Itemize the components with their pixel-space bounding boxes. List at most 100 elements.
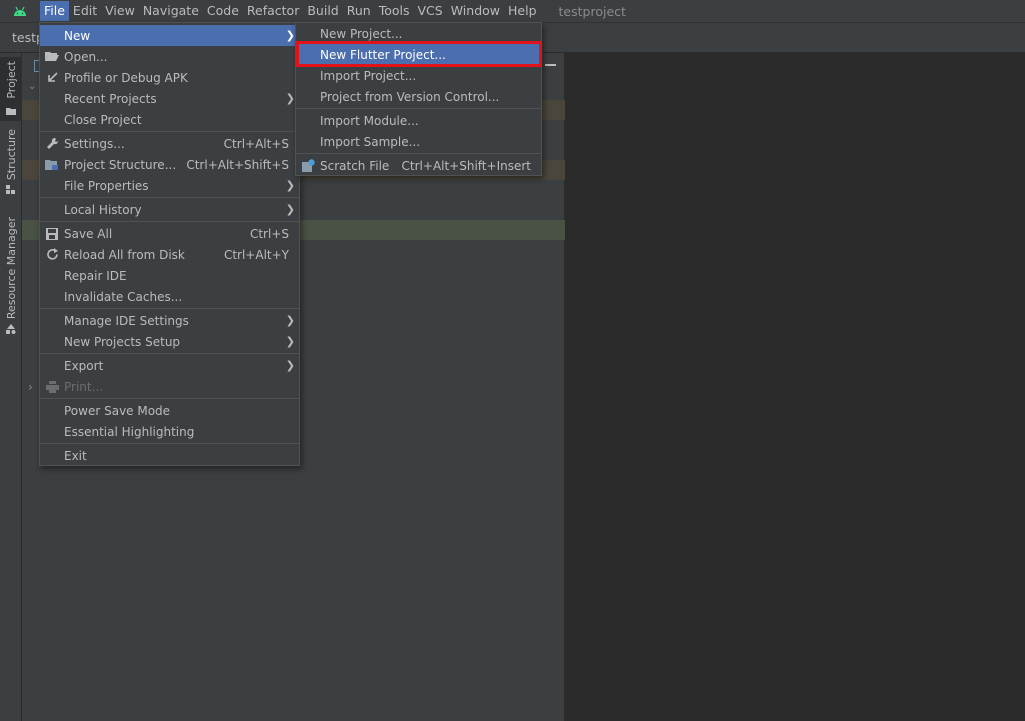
tab-project[interactable]: Project (0, 57, 22, 121)
folder-icon (6, 105, 16, 118)
menu-window[interactable]: Window (447, 1, 504, 21)
menu-item-manage-ide-settings-label: Manage IDE Settings (64, 313, 189, 328)
chevron-right-icon: ❯ (285, 92, 295, 105)
menu-item-import-module-label: Import Module... (320, 113, 419, 128)
menu-code[interactable]: Code (203, 1, 243, 21)
editor-area (566, 53, 1025, 721)
menu-item-reload[interactable]: Reload All from Disk Ctrl+Alt+Y (40, 244, 299, 265)
shortcut-settings: Ctrl+Alt+S (223, 136, 289, 151)
tab-resource-manager[interactable]: Resource Manager (0, 217, 22, 335)
menu-item-export-label: Export (64, 358, 104, 373)
structure-icon (6, 185, 16, 198)
menu-item-import-project[interactable]: Import Project... (296, 65, 541, 86)
menu-item-scratch-file[interactable]: Scratch File Ctrl+Alt+Shift+Insert (296, 155, 541, 176)
menu-item-open-label: Open... (64, 49, 108, 64)
shortcut-reload: Ctrl+Alt+Y (223, 247, 289, 262)
menu-item-print: Print... (40, 376, 299, 397)
menu-item-repair-ide[interactable]: Repair IDE (40, 265, 299, 286)
menu-separator (40, 353, 299, 354)
shortcut-save-all: Ctrl+S (249, 226, 289, 241)
menu-item-exit[interactable]: Exit (40, 445, 299, 466)
printer-icon (44, 379, 60, 395)
menu-edit[interactable]: Edit (69, 1, 101, 21)
menu-build[interactable]: Build (303, 1, 342, 21)
tab-resource-manager-label: Resource Manager (4, 217, 18, 320)
scratch-file-icon (300, 158, 316, 174)
menu-item-new-projects-setup-label: New Projects Setup (64, 334, 181, 349)
menu-item-save-all[interactable]: Save All Ctrl+S (40, 223, 299, 244)
project-structure-icon (44, 157, 60, 173)
menu-separator (40, 197, 299, 198)
menu-item-invalidate-caches[interactable]: Invalidate Caches... (40, 286, 299, 307)
menu-item-close-project-label: Close Project (64, 112, 142, 127)
menu-file[interactable]: File (40, 1, 69, 21)
menu-item-import-sample[interactable]: Import Sample... (296, 131, 541, 152)
menu-item-project-from-vcs[interactable]: Project from Version Control... (296, 86, 541, 107)
shortcut-project-structure: Ctrl+Alt+Shift+S (186, 157, 289, 172)
chevron-right-icon[interactable]: › (28, 380, 33, 394)
chevron-right-icon: ❯ (285, 29, 295, 42)
menu-item-open[interactable]: Open... (40, 46, 299, 67)
menu-separator (40, 443, 299, 444)
save-icon (44, 226, 60, 242)
menu-item-new[interactable]: New ❯ (40, 25, 299, 46)
menu-item-exit-label: Exit (64, 448, 87, 463)
import-arrow-icon (44, 70, 60, 86)
menu-item-file-properties-label: File Properties (64, 178, 149, 193)
chevron-down-icon[interactable]: ⌄ (28, 81, 36, 92)
menu-item-settings[interactable]: Settings... Ctrl+Alt+S (40, 133, 299, 154)
menu-item-new-project-label: New Project... (320, 26, 403, 41)
wrench-icon (44, 136, 60, 152)
tab-project-label: Project (4, 61, 18, 99)
window-title: testproject (558, 3, 626, 19)
menu-tools[interactable]: Tools (375, 1, 414, 21)
reload-icon (44, 247, 60, 263)
menu-item-new-flutter-project[interactable]: New Flutter Project... (296, 44, 541, 65)
menu-item-project-structure-label: Project Structure... (64, 157, 177, 172)
menu-item-power-save[interactable]: Power Save Mode (40, 400, 299, 421)
menu-item-essential-highlighting-label: Essential Highlighting (64, 424, 195, 439)
menu-item-project-from-vcs-label: Project from Version Control... (320, 89, 500, 104)
menu-item-import-project-label: Import Project... (320, 68, 417, 83)
menu-separator (296, 153, 541, 154)
menu-item-new-projects-setup[interactable]: New Projects Setup ❯ (40, 331, 299, 352)
menu-item-new-project[interactable]: New Project... (296, 23, 541, 44)
chevron-right-icon: ❯ (285, 179, 295, 192)
menu-item-close-project[interactable]: Close Project (40, 109, 299, 130)
menu-separator (40, 221, 299, 222)
menu-item-project-structure[interactable]: Project Structure... Ctrl+Alt+Shift+S (40, 154, 299, 175)
menu-run[interactable]: Run (343, 1, 375, 21)
chevron-right-icon: ❯ (285, 335, 295, 348)
menu-item-manage-ide-settings[interactable]: Manage IDE Settings ❯ (40, 310, 299, 331)
file-menu: New ❯ Open... Profile or Debug APK Recen… (39, 22, 300, 466)
menu-item-import-sample-label: Import Sample... (320, 134, 421, 149)
menu-separator (40, 131, 299, 132)
menu-item-scratch-file-label: Scratch File (320, 158, 390, 173)
menu-separator (296, 108, 541, 109)
menu-navigate[interactable]: Navigate (139, 1, 203, 21)
menu-item-file-properties[interactable]: File Properties ❯ (40, 175, 299, 196)
minimize-icon[interactable] (545, 64, 556, 66)
menu-item-new-label: New (64, 28, 91, 43)
menu-item-essential-highlighting[interactable]: Essential Highlighting (40, 421, 299, 442)
menu-item-invalidate-caches-label: Invalidate Caches... (64, 289, 183, 304)
menu-item-local-history[interactable]: Local History ❯ (40, 199, 299, 220)
menu-item-profile-apk-label: Profile or Debug APK (64, 70, 188, 85)
new-submenu: New Project... New Flutter Project... Im… (295, 22, 542, 176)
menu-help[interactable]: Help (504, 1, 541, 21)
menu-item-new-flutter-project-label: New Flutter Project... (320, 47, 446, 62)
menu-vcs[interactable]: VCS (414, 1, 447, 21)
menu-separator (40, 398, 299, 399)
tab-structure[interactable]: Structure (0, 129, 22, 201)
menu-item-profile-apk[interactable]: Profile or Debug APK (40, 67, 299, 88)
menu-view[interactable]: View (101, 1, 139, 21)
menu-item-save-all-label: Save All (64, 226, 113, 241)
chevron-right-icon: ❯ (285, 314, 295, 327)
menu-item-import-module[interactable]: Import Module... (296, 110, 541, 131)
menu-item-export[interactable]: Export ❯ (40, 355, 299, 376)
menu-refactor[interactable]: Refactor (243, 1, 303, 21)
menu-item-recent-projects-label: Recent Projects (64, 91, 157, 106)
menu-item-recent-projects[interactable]: Recent Projects ❯ (40, 88, 299, 109)
shortcut-scratch-file: Ctrl+Alt+Shift+Insert (401, 158, 531, 173)
menu-item-print-label: Print... (64, 379, 104, 394)
